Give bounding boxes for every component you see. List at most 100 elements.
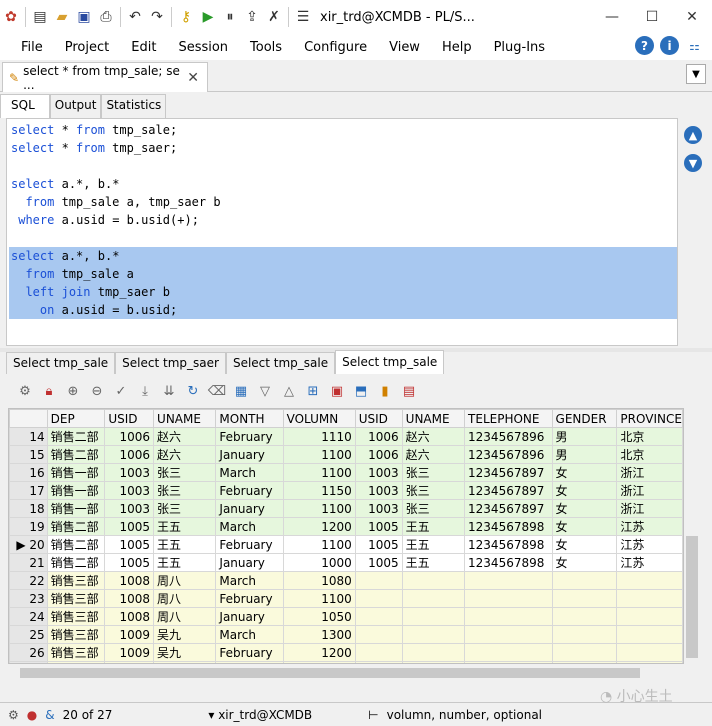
table-cell[interactable] <box>551 625 618 644</box>
column-header[interactable]: MONTH <box>215 409 284 428</box>
tab-statistics[interactable]: Statistics <box>101 94 167 118</box>
arrow-down-icon[interactable]: ▼ <box>684 154 702 172</box>
menu-view[interactable]: View <box>378 40 431 55</box>
menu-tools[interactable]: Tools <box>239 40 293 55</box>
table-cell[interactable]: 销售三部 <box>46 625 106 644</box>
table-cell[interactable]: 1234567896 <box>464 427 553 446</box>
tab-result-1[interactable]: Select tmp_sale <box>6 352 116 374</box>
table-cell[interactable]: February <box>215 589 284 608</box>
connection-status[interactable]: ▾ xir_trd@XCMDB <box>208 708 312 722</box>
table-cell[interactable]: 1005 <box>354 553 403 572</box>
table-row[interactable]: ▶ 20 销售二部 1005 王五 February 1100 1005 王五 12345678… <box>9 535 683 554</box>
table-cell[interactable]: February <box>215 481 284 500</box>
table-cell[interactable]: 1009 <box>104 643 155 662</box>
table-cell[interactable]: 1005 <box>104 517 155 536</box>
table-cell[interactable]: 女 <box>551 499 618 518</box>
table-cell[interactable]: 1009 <box>104 661 155 663</box>
table-cell[interactable]: 1003 <box>104 499 155 518</box>
table-cell[interactable]: January <box>215 661 284 663</box>
refresh-icon[interactable]: ↻ <box>182 380 204 402</box>
table-cell[interactable]: 1006 <box>104 445 155 464</box>
lock-icon[interactable]: 🔒︎ <box>38 380 60 402</box>
menu-configure[interactable]: Configure <box>293 40 378 55</box>
close-tab-icon[interactable]: ✕ <box>187 70 199 86</box>
table-cell[interactable]: 销售一部 <box>46 481 106 500</box>
table-cell[interactable]: 王五 <box>401 553 466 572</box>
table-cell[interactable] <box>616 625 683 644</box>
column-header[interactable]: TELEPHONE <box>464 409 553 428</box>
table-cell[interactable] <box>616 607 683 626</box>
chart-icon[interactable]: ▮ <box>374 380 396 402</box>
table-cell[interactable]: 1300 <box>282 625 356 644</box>
table-cell[interactable]: 1003 <box>104 463 155 482</box>
gear-icon[interactable]: ⚙ <box>8 708 19 722</box>
info-icon[interactable]: i <box>660 36 679 55</box>
menu-plugins[interactable]: Plug-Ins <box>483 40 556 55</box>
table-cell[interactable]: 1234567897 <box>464 499 553 518</box>
table-cell[interactable] <box>354 643 403 662</box>
table-cell[interactable] <box>464 661 553 663</box>
table-cell[interactable] <box>551 589 618 608</box>
close-button[interactable]: ✕ <box>672 9 712 25</box>
table-cell[interactable]: 1008 <box>104 607 155 626</box>
table-cell[interactable] <box>464 643 553 662</box>
redo-icon[interactable]: ↷ <box>146 6 168 28</box>
tab-result-2[interactable]: Select tmp_saer <box>115 352 226 374</box>
help-icon[interactable]: ? <box>635 36 654 55</box>
table-cell[interactable]: 1100 <box>282 661 356 663</box>
table-cell[interactable]: 吴九 <box>153 661 217 663</box>
open-folder-icon[interactable]: ▰ <box>51 6 73 28</box>
table-cell[interactable]: 销售三部 <box>46 607 106 626</box>
table-cell[interactable]: 销售二部 <box>46 553 106 572</box>
document-tab[interactable]: ✎ select * from tmp_sale; se ... ✕ <box>2 62 208 92</box>
table-cell[interactable]: 1003 <box>354 463 403 482</box>
delete-record-icon[interactable]: ⊖ <box>86 380 108 402</box>
table-cell[interactable]: 1080 <box>282 571 356 590</box>
table-cell[interactable]: January <box>215 499 284 518</box>
table-cell[interactable] <box>464 589 553 608</box>
query-by-example-icon[interactable]: ▦ <box>230 380 252 402</box>
table-cell[interactable]: 浙江 <box>616 463 683 482</box>
table-cell[interactable]: 浙江 <box>616 499 683 518</box>
table-cell[interactable] <box>551 643 618 662</box>
table-cell[interactable]: 王五 <box>153 535 217 554</box>
export-icon[interactable]: ⬒ <box>350 380 372 402</box>
column-header[interactable]: USID <box>104 409 155 428</box>
fetch-last-icon[interactable]: ⇊ <box>158 380 180 402</box>
table-cell[interactable]: 周八 <box>153 607 217 626</box>
table-cell[interactable]: 张三 <box>401 499 466 518</box>
column-header[interactable]: DEP <box>46 409 106 428</box>
table-cell[interactable]: 王五 <box>401 535 466 554</box>
table-row[interactable]: 21 销售二部 1005 王五 January 1000 1005 王五 1234567898 女… <box>9 553 683 572</box>
table-cell[interactable]: 1050 <box>282 607 356 626</box>
table-cell[interactable]: 销售二部 <box>46 445 106 464</box>
table-cell[interactable]: 1200 <box>282 643 356 662</box>
insert-record-icon[interactable]: ⊕ <box>62 380 84 402</box>
table-cell[interactable] <box>616 661 683 663</box>
table-cell[interactable]: 男 <box>551 427 618 446</box>
tab-sql[interactable]: SQL <box>0 94 50 118</box>
fetch-next-icon[interactable]: ⤓ <box>134 380 156 402</box>
table-cell[interactable] <box>464 607 553 626</box>
commit-icon[interactable]: ⇪ <box>241 6 263 28</box>
table-cell[interactable]: 1005 <box>354 517 403 536</box>
table-cell[interactable]: 1234567898 <box>464 535 553 554</box>
table-cell[interactable] <box>401 643 466 662</box>
table-cell[interactable]: March <box>215 625 284 644</box>
table-row[interactable]: 19 销售二部 1005 王五 March 1200 1005 王五 1234567898 女江苏 <box>9 517 683 536</box>
maximize-button[interactable]: ☐ <box>632 9 672 25</box>
table-cell[interactable]: 江苏 <box>616 517 683 536</box>
table-row[interactable]: 15 销售二部 1006 赵六 January 1100 1006 赵六 1234567896 男… <box>9 445 683 464</box>
table-cell[interactable]: 1005 <box>354 535 403 554</box>
table-cell[interactable]: 1100 <box>282 463 356 482</box>
table-cell[interactable] <box>551 607 618 626</box>
table-cell[interactable]: 张三 <box>401 481 466 500</box>
table-cell[interactable] <box>401 661 466 663</box>
column-header[interactable]: USID <box>354 409 403 428</box>
table-cell[interactable]: 销售三部 <box>46 571 106 590</box>
vertical-scrollbar[interactable] <box>684 408 700 664</box>
table-cell[interactable]: January <box>215 445 284 464</box>
execute-icon[interactable]: ▶ <box>197 6 219 28</box>
table-cell[interactable]: 王五 <box>153 517 217 536</box>
table-cell[interactable]: 江苏 <box>616 553 683 572</box>
